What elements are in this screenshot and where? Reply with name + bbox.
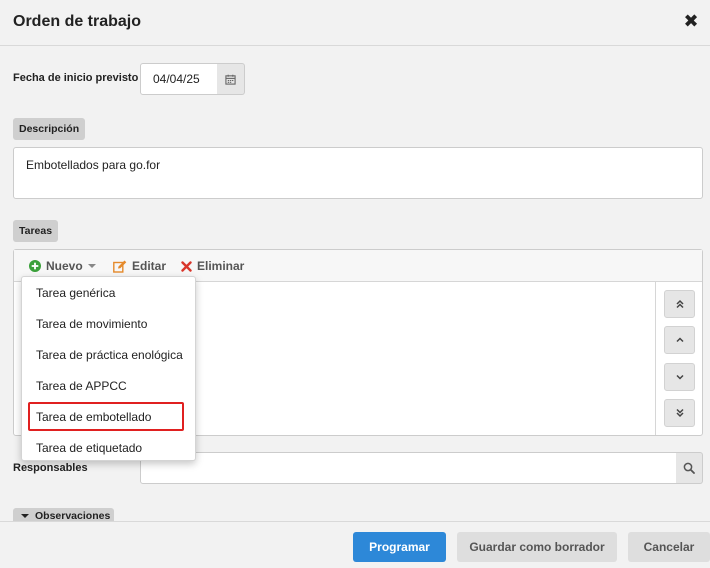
menu-item-movement-task[interactable]: Tarea de movimiento <box>22 308 195 338</box>
chevron-up-icon <box>675 337 684 343</box>
caret-down-icon <box>21 514 29 518</box>
search-icon <box>683 462 695 474</box>
dialog-footer: Programar Guardar como borrador Cancelar <box>0 521 710 568</box>
responsables-input[interactable] <box>140 452 677 484</box>
menu-item-appcc-task[interactable]: Tarea de APPCC <box>22 370 195 400</box>
calendar-button[interactable] <box>217 63 245 95</box>
new-task-button[interactable]: Nuevo <box>29 259 96 273</box>
cancel-button[interactable]: Cancelar <box>628 532 710 562</box>
move-top-button[interactable] <box>664 290 695 318</box>
dialog-header: Orden de trabajo ✖ <box>0 0 710 46</box>
move-bottom-button[interactable] <box>664 399 695 427</box>
delete-task-label: Eliminar <box>197 259 245 273</box>
delete-x-icon <box>181 260 192 272</box>
dialog-title: Orden de trabajo <box>13 13 142 30</box>
responsables-search-button[interactable] <box>676 452 703 484</box>
delete-task-button[interactable]: Eliminar <box>181 259 244 273</box>
new-task-menu: Tarea genérica Tarea de movimiento Tarea… <box>21 276 196 461</box>
start-date-label: Fecha de inicio previsto <box>13 72 139 84</box>
description-field[interactable]: Embotellados para go.for <box>13 147 703 199</box>
save-draft-button[interactable]: Guardar como borrador <box>457 532 617 562</box>
menu-item-oenological-task[interactable]: Tarea de práctica enológica <box>22 339 195 369</box>
description-label: Descripción <box>13 118 86 140</box>
menu-item-labeling-task[interactable]: Tarea de etiquetado <box>22 432 195 462</box>
double-chevron-down-icon <box>675 408 684 418</box>
edit-task-label: Editar <box>132 259 167 273</box>
edit-icon <box>113 260 127 273</box>
chevron-down-icon <box>675 374 684 380</box>
calendar-icon <box>225 74 236 85</box>
double-chevron-up-icon <box>675 299 684 309</box>
move-up-button[interactable] <box>664 326 695 354</box>
menu-item-generic-task[interactable]: Tarea genérica <box>22 277 195 307</box>
start-date-input[interactable]: 04/04/25 <box>140 63 218 95</box>
edit-task-button[interactable]: Editar <box>113 259 166 273</box>
observations-toggle[interactable]: Observaciones <box>13 508 114 522</box>
schedule-button[interactable]: Programar <box>353 532 446 562</box>
caret-down-icon <box>87 264 96 268</box>
new-task-label: Nuevo <box>46 259 83 273</box>
reorder-column <box>655 282 702 435</box>
close-icon[interactable]: ✖ <box>682 12 700 30</box>
add-circle-icon <box>29 260 41 272</box>
responsables-label: Responsables <box>13 462 88 474</box>
tasks-label: Tareas <box>13 220 59 242</box>
move-down-button[interactable] <box>664 363 695 391</box>
menu-item-bottling-task[interactable]: Tarea de embotellado <box>22 401 195 431</box>
